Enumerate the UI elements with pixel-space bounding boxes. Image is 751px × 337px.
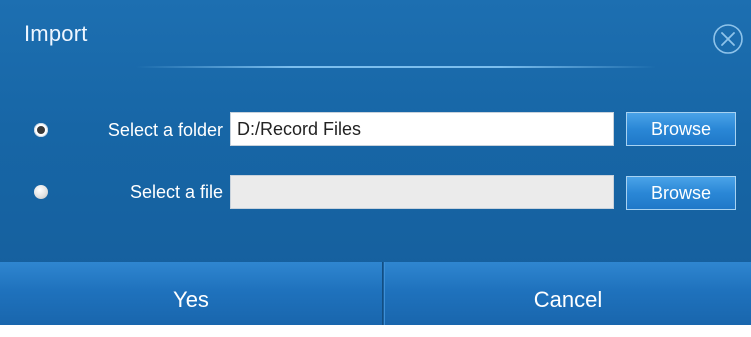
title-divider bbox=[136, 66, 656, 68]
file-path-input[interactable] bbox=[230, 175, 614, 209]
import-dialog: Import Select a folder Browse Select a f… bbox=[0, 0, 751, 325]
browse-folder-button[interactable]: Browse bbox=[626, 112, 736, 146]
browse-file-button[interactable]: Browse bbox=[626, 176, 736, 210]
dialog-title: Import bbox=[24, 21, 88, 46]
close-circle-icon bbox=[713, 24, 743, 54]
cancel-button[interactable]: Cancel bbox=[384, 262, 751, 325]
dialog-footer: Yes Cancel bbox=[0, 262, 751, 325]
select-folder-label: Select a folder bbox=[107, 120, 223, 140]
yes-button[interactable]: Yes bbox=[0, 262, 383, 325]
dialog-titlebar: Import bbox=[0, 0, 751, 70]
close-button[interactable] bbox=[711, 22, 745, 56]
select-file-label: Select a file bbox=[129, 182, 223, 202]
folder-path-input[interactable] bbox=[230, 112, 614, 146]
